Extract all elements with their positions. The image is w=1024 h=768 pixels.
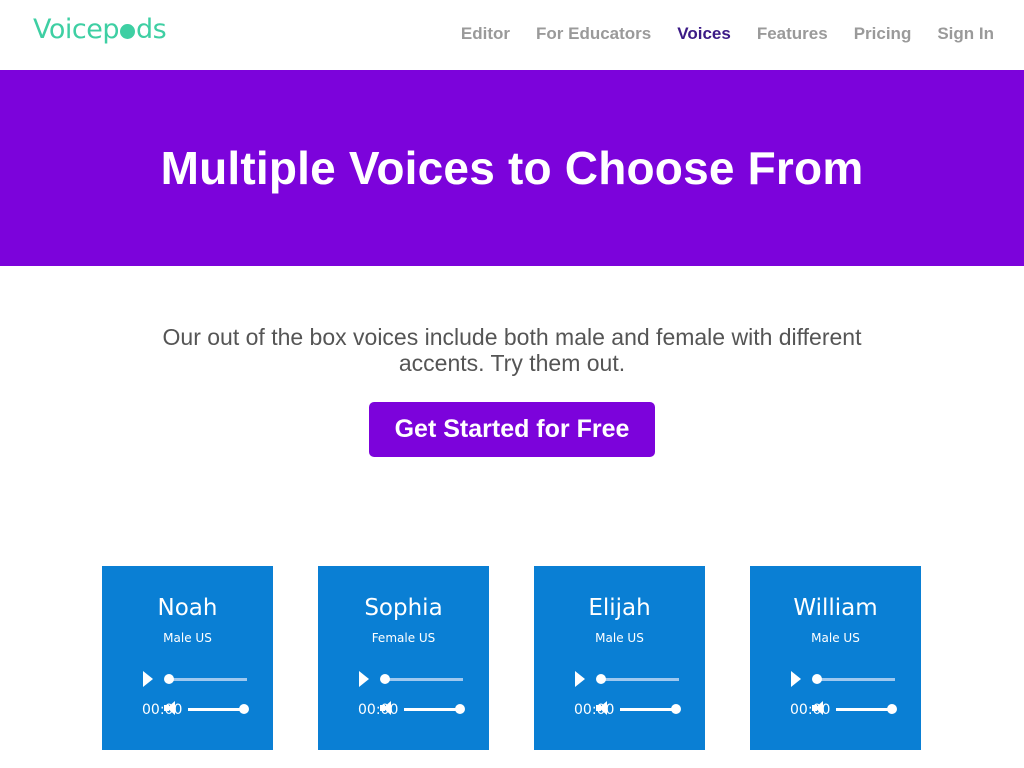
volume-slider[interactable] (836, 708, 891, 711)
hero-title: Multiple Voices to Choose From (160, 142, 864, 194)
seek-bar[interactable] (816, 678, 895, 681)
nav-editor[interactable]: Editor (461, 24, 510, 44)
voice-card-sophia: Sophia Female US 00:00 (318, 566, 489, 750)
voice-description: Male US (811, 631, 860, 645)
logo-text-start: Voicep (33, 14, 120, 45)
voice-name: William (793, 595, 878, 621)
volume-slider[interactable] (620, 708, 675, 711)
play-icon[interactable] (143, 671, 153, 687)
nav-pricing[interactable]: Pricing (854, 24, 912, 44)
voice-cards: Noah Male US 00:00 Sophia Female US 00:0… (102, 566, 921, 750)
play-icon[interactable] (359, 671, 369, 687)
audio-player: 00:00 (358, 671, 465, 718)
volume-icon[interactable] (812, 700, 826, 716)
logo-text-end: ds (136, 14, 167, 45)
nav-sign-in[interactable]: Sign In (937, 24, 994, 44)
voice-name: Noah (157, 595, 218, 621)
volume-slider[interactable] (188, 708, 243, 711)
nav-features[interactable]: Features (757, 24, 828, 44)
audio-player: 00:00 (142, 671, 249, 718)
seek-thumb[interactable] (380, 674, 390, 684)
voice-description: Female US (371, 631, 436, 645)
voice-card-william: William Male US 00:00 (750, 566, 921, 750)
volume-thumb[interactable] (671, 704, 681, 714)
volume-icon[interactable] (380, 700, 394, 716)
volume-thumb[interactable] (455, 704, 465, 714)
intro-section: Our out of the box voices include both m… (0, 324, 1024, 457)
top-navbar: Voicep ds Editor For Educators Voices Fea… (0, 0, 1024, 70)
volume-thumb[interactable] (239, 704, 249, 714)
voice-description: Male US (595, 631, 644, 645)
seek-bar[interactable] (168, 678, 247, 681)
seek-thumb[interactable] (164, 674, 174, 684)
seek-bar[interactable] (384, 678, 463, 681)
seek-bar[interactable] (600, 678, 679, 681)
voice-card-noah: Noah Male US 00:00 (102, 566, 273, 750)
play-icon[interactable] (791, 671, 801, 687)
voicepods-logo[interactable]: Voicep ds (33, 14, 167, 45)
play-icon[interactable] (575, 671, 585, 687)
voice-name: Sophia (364, 595, 443, 621)
main-nav: Editor For Educators Voices Features Pri… (435, 24, 994, 44)
volume-icon[interactable] (164, 700, 178, 716)
logo-dot-icon (120, 24, 135, 39)
get-started-button[interactable]: Get Started for Free (368, 402, 656, 457)
voice-name: Elijah (588, 595, 651, 621)
volume-thumb[interactable] (887, 704, 897, 714)
voice-description: Male US (163, 631, 212, 645)
audio-player: 00:00 (574, 671, 681, 718)
hero-banner: Multiple Voices to Choose From (0, 70, 1024, 266)
nav-for-educators[interactable]: For Educators (536, 24, 651, 44)
intro-text: Our out of the box voices include both m… (162, 324, 862, 376)
volume-icon[interactable] (596, 700, 610, 716)
nav-voices[interactable]: Voices (677, 24, 731, 44)
seek-thumb[interactable] (812, 674, 822, 684)
seek-thumb[interactable] (596, 674, 606, 684)
audio-player: 00:00 (790, 671, 897, 718)
voice-card-elijah: Elijah Male US 00:00 (534, 566, 705, 750)
volume-slider[interactable] (404, 708, 459, 711)
